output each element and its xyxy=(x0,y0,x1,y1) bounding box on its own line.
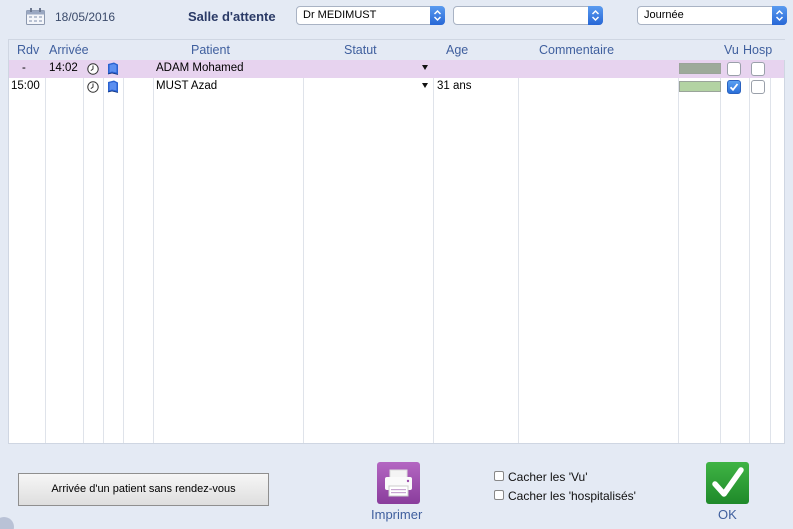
column-divider xyxy=(45,60,46,443)
table-row[interactable]: - 14:02 ADAM Mohamed xyxy=(9,60,784,78)
clock-icon[interactable] xyxy=(87,81,99,93)
status-dropdown-icon[interactable] xyxy=(422,65,428,70)
column-header-hosp[interactable]: Hosp xyxy=(743,43,772,57)
column-header-statut[interactable]: Statut xyxy=(344,43,377,57)
ok-button[interactable] xyxy=(706,462,749,504)
column-header-arrivee[interactable]: Arrivée xyxy=(49,43,89,57)
column-divider xyxy=(153,60,154,443)
column-header-patient[interactable]: Patient xyxy=(191,43,230,57)
column-header-rdv[interactable]: Rdv xyxy=(17,43,39,57)
seen-checkbox[interactable] xyxy=(727,62,741,76)
cell-rdv: - xyxy=(22,62,26,74)
column-header-commentaire[interactable]: Commentaire xyxy=(539,43,614,57)
column-header-age[interactable]: Age xyxy=(446,43,468,57)
ok-label[interactable]: OK xyxy=(718,507,737,522)
hide-hospitalized-label[interactable]: Cacher les 'hospitalisés' xyxy=(508,489,636,503)
printer-icon xyxy=(377,469,420,507)
column-divider xyxy=(433,60,434,443)
waiting-room-table: Rdv Arrivée Patient Statut Age Commentai… xyxy=(8,39,786,444)
select-arrows-icon xyxy=(772,6,787,25)
print-label[interactable]: Imprimer xyxy=(371,507,422,522)
column-divider xyxy=(720,60,721,443)
corner-badge xyxy=(0,517,14,529)
select-arrows-icon xyxy=(588,6,603,25)
page-title: Salle d'attente xyxy=(188,9,276,24)
column-header-vu[interactable]: Vu xyxy=(724,43,739,57)
column-divider xyxy=(123,60,124,443)
doctor-select-value: Dr MEDIMUST xyxy=(303,9,377,21)
check-icon xyxy=(706,467,749,507)
column-divider xyxy=(749,60,750,443)
status-color-bar xyxy=(679,81,721,92)
hide-hospitalized-checkbox[interactable] xyxy=(494,490,504,500)
hospitalized-checkbox[interactable] xyxy=(751,62,765,76)
cell-arrivee: 14:02 xyxy=(49,62,78,74)
status-color-bar xyxy=(679,63,721,74)
cell-age: 31 ans xyxy=(437,80,472,92)
table-row[interactable]: 15:00 MUST Azad 31 ans xyxy=(9,78,784,96)
column-divider xyxy=(678,60,679,443)
column-divider xyxy=(770,60,771,443)
column-divider xyxy=(518,60,519,443)
period-select-value: Journée xyxy=(644,9,684,21)
period-select[interactable]: Journée xyxy=(637,6,787,25)
calendar-icon[interactable] xyxy=(26,8,45,25)
column-divider xyxy=(103,60,104,443)
seen-checkbox[interactable] xyxy=(727,80,741,94)
column-divider xyxy=(83,60,84,443)
top-bar: 18/05/2016 Salle d'attente Dr MEDIMUST J… xyxy=(0,0,793,34)
status-dropdown-icon[interactable] xyxy=(422,83,428,88)
book-icon[interactable] xyxy=(107,62,119,75)
hospitalized-checkbox[interactable] xyxy=(751,80,765,94)
cell-rdv: 15:00 xyxy=(11,80,40,92)
book-icon[interactable] xyxy=(107,80,119,93)
hide-seen-checkbox[interactable] xyxy=(494,471,504,481)
doctor-select[interactable]: Dr MEDIMUST xyxy=(296,6,445,25)
cell-patient: ADAM Mohamed xyxy=(156,62,244,74)
table-header: Rdv Arrivée Patient Statut Age Commentai… xyxy=(9,40,786,60)
current-date[interactable]: 18/05/2016 xyxy=(55,10,115,24)
hide-seen-label[interactable]: Cacher les 'Vu' xyxy=(508,470,588,484)
print-button[interactable] xyxy=(377,462,420,504)
select-arrows-icon xyxy=(430,6,445,25)
secondary-select[interactable] xyxy=(453,6,603,25)
clock-icon[interactable] xyxy=(87,63,99,75)
cell-patient: MUST Azad xyxy=(156,80,218,92)
walk-in-patient-button[interactable]: Arrivée d'un patient sans rendez-vous xyxy=(18,473,269,506)
column-divider xyxy=(303,60,304,443)
